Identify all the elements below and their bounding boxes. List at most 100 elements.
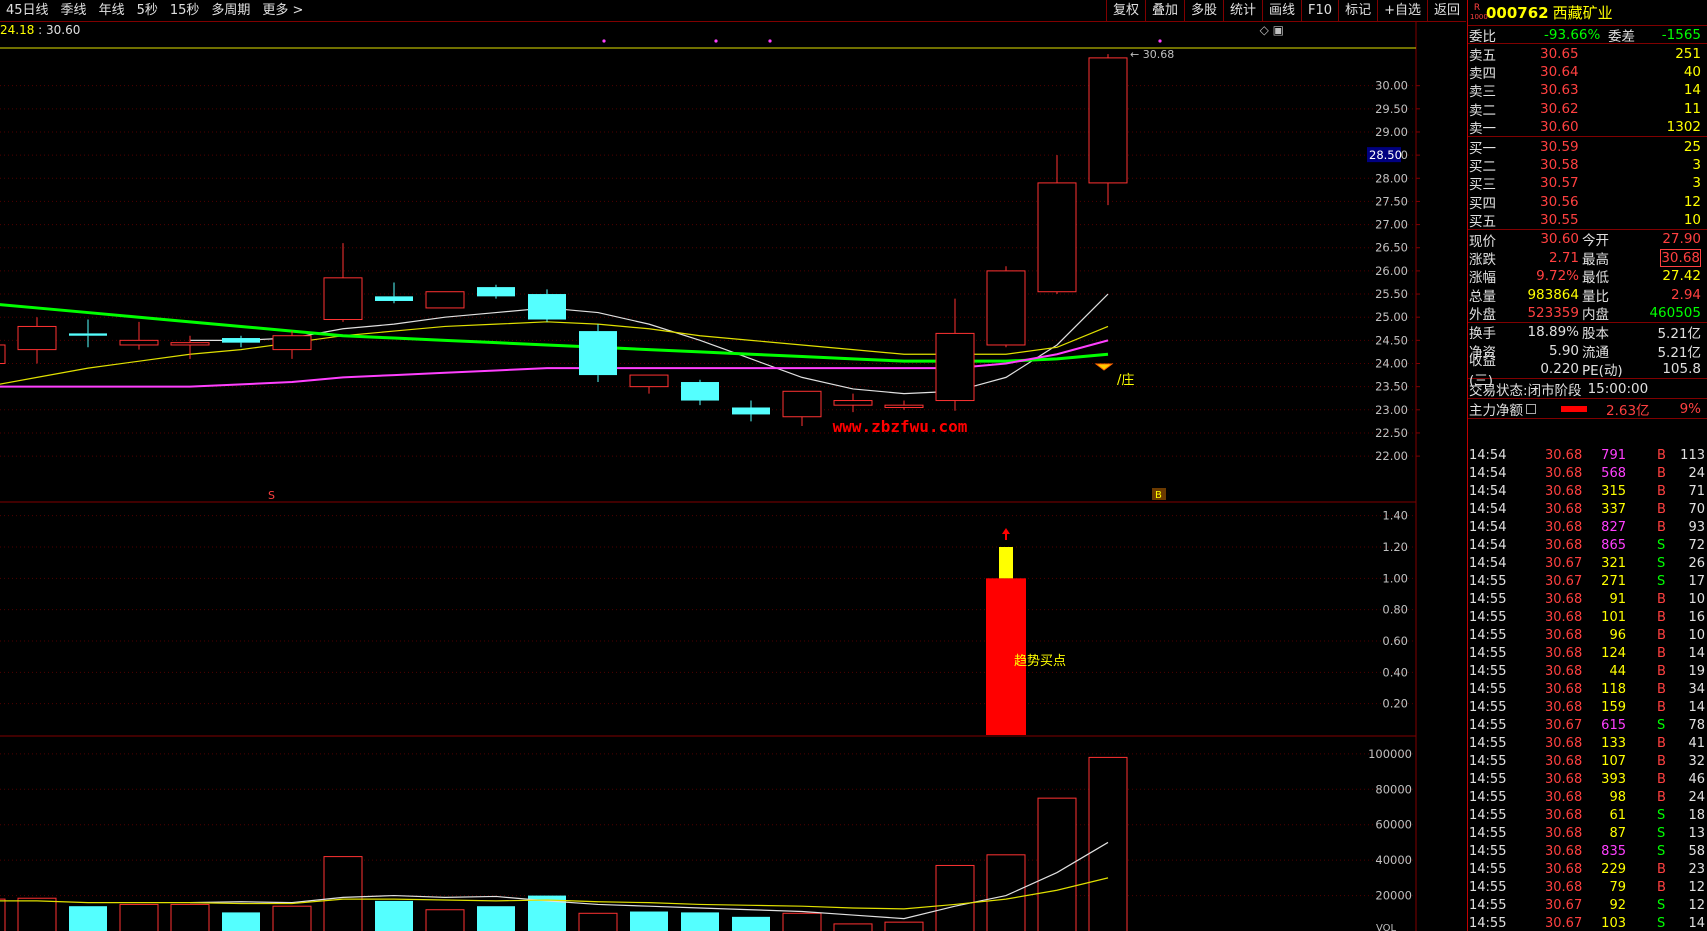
tick-row[interactable]: 14:55 30.68 87 S 13 <box>1467 826 1707 844</box>
tick-row[interactable]: 14:55 30.68 229 B 23 <box>1467 862 1707 880</box>
indicator-tick-label: 0.20 <box>1382 697 1408 711</box>
asks-level-row[interactable]: 卖四 30.64 40 <box>1468 63 1707 82</box>
bids-level-row[interactable]: 买四 30.56 12 <box>1468 193 1707 212</box>
tool-button[interactable]: 叠加 <box>1144 0 1184 22</box>
tick-row[interactable]: 14:55 30.68 133 B 41 <box>1467 736 1707 754</box>
tick-row[interactable]: 14:54 30.68 337 B 70 <box>1467 502 1707 520</box>
tick-row[interactable]: 14:55 30.68 124 B 14 <box>1467 646 1707 664</box>
tick-list[interactable]: 14:54 30.68 791 B 113 14:54 30.68 568 B 24 14:54 30… <box>1467 448 1707 931</box>
tick-row[interactable]: 14:55 30.68 101 B 16 <box>1467 610 1707 628</box>
period-tab[interactable]: 更多 > <box>256 0 309 22</box>
quote-value: 983864 <box>1527 286 1579 303</box>
tick-count: 72 <box>1688 538 1705 553</box>
ask-levels: 卖五 30.65 251 卖四 30.64 40 卖三 30.63 14 卖二 30.62 11 卖一 3… <box>1468 44 1707 138</box>
candle <box>782 390 822 427</box>
tick-row[interactable]: 14:55 30.68 118 B 34 <box>1467 682 1707 700</box>
tick-row[interactable]: 14:54 30.68 568 B 24 <box>1467 466 1707 484</box>
candle <box>629 374 669 394</box>
tick-side: S <box>1657 574 1666 589</box>
candle-body <box>629 374 669 388</box>
quote-label: 总量 <box>1469 288 1496 305</box>
period-tab[interactable]: 年线 <box>93 0 131 22</box>
tick-row[interactable]: 14:55 30.67 615 S 78 <box>1467 718 1707 736</box>
price-tick-label: 26.50 <box>1375 241 1408 255</box>
tick-row[interactable]: 14:55 30.67 92 S 12 <box>1467 898 1707 916</box>
tool-button[interactable]: +自选 <box>1377 0 1427 22</box>
tick-volume: 865 <box>1601 538 1626 553</box>
tick-side: B <box>1657 754 1666 769</box>
level-volume: 3 <box>1692 175 1701 192</box>
candle <box>17 317 57 364</box>
stock-name[interactable]: 西藏矿业 <box>1553 2 1613 23</box>
tick-row[interactable]: 14:55 30.67 103 S 14 <box>1467 916 1707 931</box>
list-icon[interactable] <box>1526 403 1536 414</box>
tick-side: B <box>1657 466 1666 481</box>
tick-price: 30.68 <box>1545 844 1583 859</box>
tool-button[interactable]: 复权 <box>1105 0 1145 22</box>
period-tab[interactable]: 5秒 <box>131 0 164 22</box>
tick-row[interactable]: 14:54 30.68 827 B 93 <box>1467 520 1707 538</box>
tool-button[interactable]: F10 <box>1301 0 1338 22</box>
quote-label: 内盘 <box>1582 307 1609 324</box>
tool-button[interactable]: 统计 <box>1223 0 1262 22</box>
bids-level-row[interactable]: 买三 30.57 3 <box>1468 174 1707 193</box>
bids-level-row[interactable]: 买二 30.58 3 <box>1468 156 1707 175</box>
tool-button[interactable]: 多股 <box>1183 0 1223 22</box>
tick-row[interactable]: 14:54 30.68 865 S 72 <box>1467 538 1707 556</box>
indicator-tick-label: 0.80 <box>1382 603 1408 617</box>
tool-button[interactable]: 标记 <box>1338 0 1377 22</box>
tick-count: 14 <box>1688 646 1705 661</box>
tick-row[interactable]: 14:55 30.68 159 B 14 <box>1467 700 1707 718</box>
tick-count: 24 <box>1688 466 1705 481</box>
period-tab[interactable]: 15秒 <box>164 0 206 22</box>
panel-controls-icon[interactable]: ◇ ▣ <box>1260 23 1284 37</box>
tick-time: 14:55 <box>1469 592 1507 607</box>
tick-row[interactable]: 14:54 30.68 315 B 71 <box>1467 484 1707 502</box>
tick-count: 32 <box>1688 754 1705 769</box>
asks-level-row[interactable]: 卖五 30.65 251 <box>1468 44 1707 64</box>
volume-bar <box>732 916 770 931</box>
tick-row[interactable]: 14:55 30.68 91 B 10 <box>1467 592 1707 610</box>
stock-title: R 1000 000762 西藏矿业 <box>1468 0 1707 26</box>
tick-row[interactable]: 14:55 30.67 271 S 17 <box>1467 574 1707 592</box>
kline-chart-area[interactable]: ← 30.68 趋势买点 30.00 29.50 29.00 28.50 28.00 27… <box>0 0 1466 931</box>
candle-body <box>477 287 515 297</box>
stock-code[interactable]: 000762 <box>1486 4 1549 22</box>
period-tab[interactable]: 季线 <box>55 0 93 22</box>
asks-level-row[interactable]: 卖二 30.62 11 <box>1468 100 1707 119</box>
tick-price: 30.68 <box>1545 520 1583 535</box>
tool-button[interactable]: 画线 <box>1262 0 1301 22</box>
tick-row[interactable]: 14:55 30.68 44 B 19 <box>1467 664 1707 682</box>
bids-level-row[interactable]: 买一 30.59 25 <box>1468 137 1707 157</box>
finance-value: 105.8 <box>1662 361 1701 378</box>
tick-side: S <box>1657 808 1666 823</box>
tool-button[interactable]: 返回 <box>1426 0 1466 22</box>
tick-time: 14:55 <box>1469 610 1507 625</box>
period-tab[interactable]: 多周期 <box>205 0 256 22</box>
tick-row[interactable]: 14:55 30.68 98 B 24 <box>1467 790 1707 808</box>
chart-grid <box>0 22 1417 931</box>
tick-row[interactable]: 14:55 30.68 61 S 18 <box>1467 808 1707 826</box>
tick-row[interactable]: 14:55 30.68 96 B 10 <box>1467 628 1707 646</box>
period-tab[interactable]: 45日线 <box>0 0 55 22</box>
tick-row[interactable]: 14:55 30.68 79 B 12 <box>1467 880 1707 898</box>
candle <box>323 243 363 322</box>
weicha-label: 委差 <box>1608 28 1635 45</box>
asks-level-row[interactable]: 卖一 30.60 1302 <box>1468 118 1707 137</box>
bids-level-row[interactable]: 买五 30.55 10 <box>1468 211 1707 230</box>
tick-row[interactable]: 14:54 30.68 791 B 113 <box>1467 448 1707 466</box>
quote-label: 现价 <box>1469 233 1496 250</box>
tick-row[interactable]: 14:55 30.68 393 B 46 <box>1467 772 1707 790</box>
asks-level-row[interactable]: 卖三 30.63 14 <box>1468 81 1707 100</box>
main-force-row[interactable]: 主力净额 2.63亿 9% <box>1468 399 1707 420</box>
tick-row[interactable]: 14:54 30.67 321 S 26 <box>1467 556 1707 574</box>
candle <box>119 321 159 350</box>
high-marker-label: ← 30.68 <box>1130 48 1174 61</box>
candle-body <box>884 404 924 408</box>
tick-row[interactable]: 14:55 30.68 107 B 32 <box>1467 754 1707 772</box>
candle-body <box>323 277 363 321</box>
tick-row[interactable]: 14:55 30.68 835 S 58 <box>1467 844 1707 862</box>
price-tick-label: 27.00 <box>1375 218 1408 232</box>
tick-count: 24 <box>1688 790 1705 805</box>
quote-row: 总量 983864 量比 2.94 <box>1468 285 1707 305</box>
